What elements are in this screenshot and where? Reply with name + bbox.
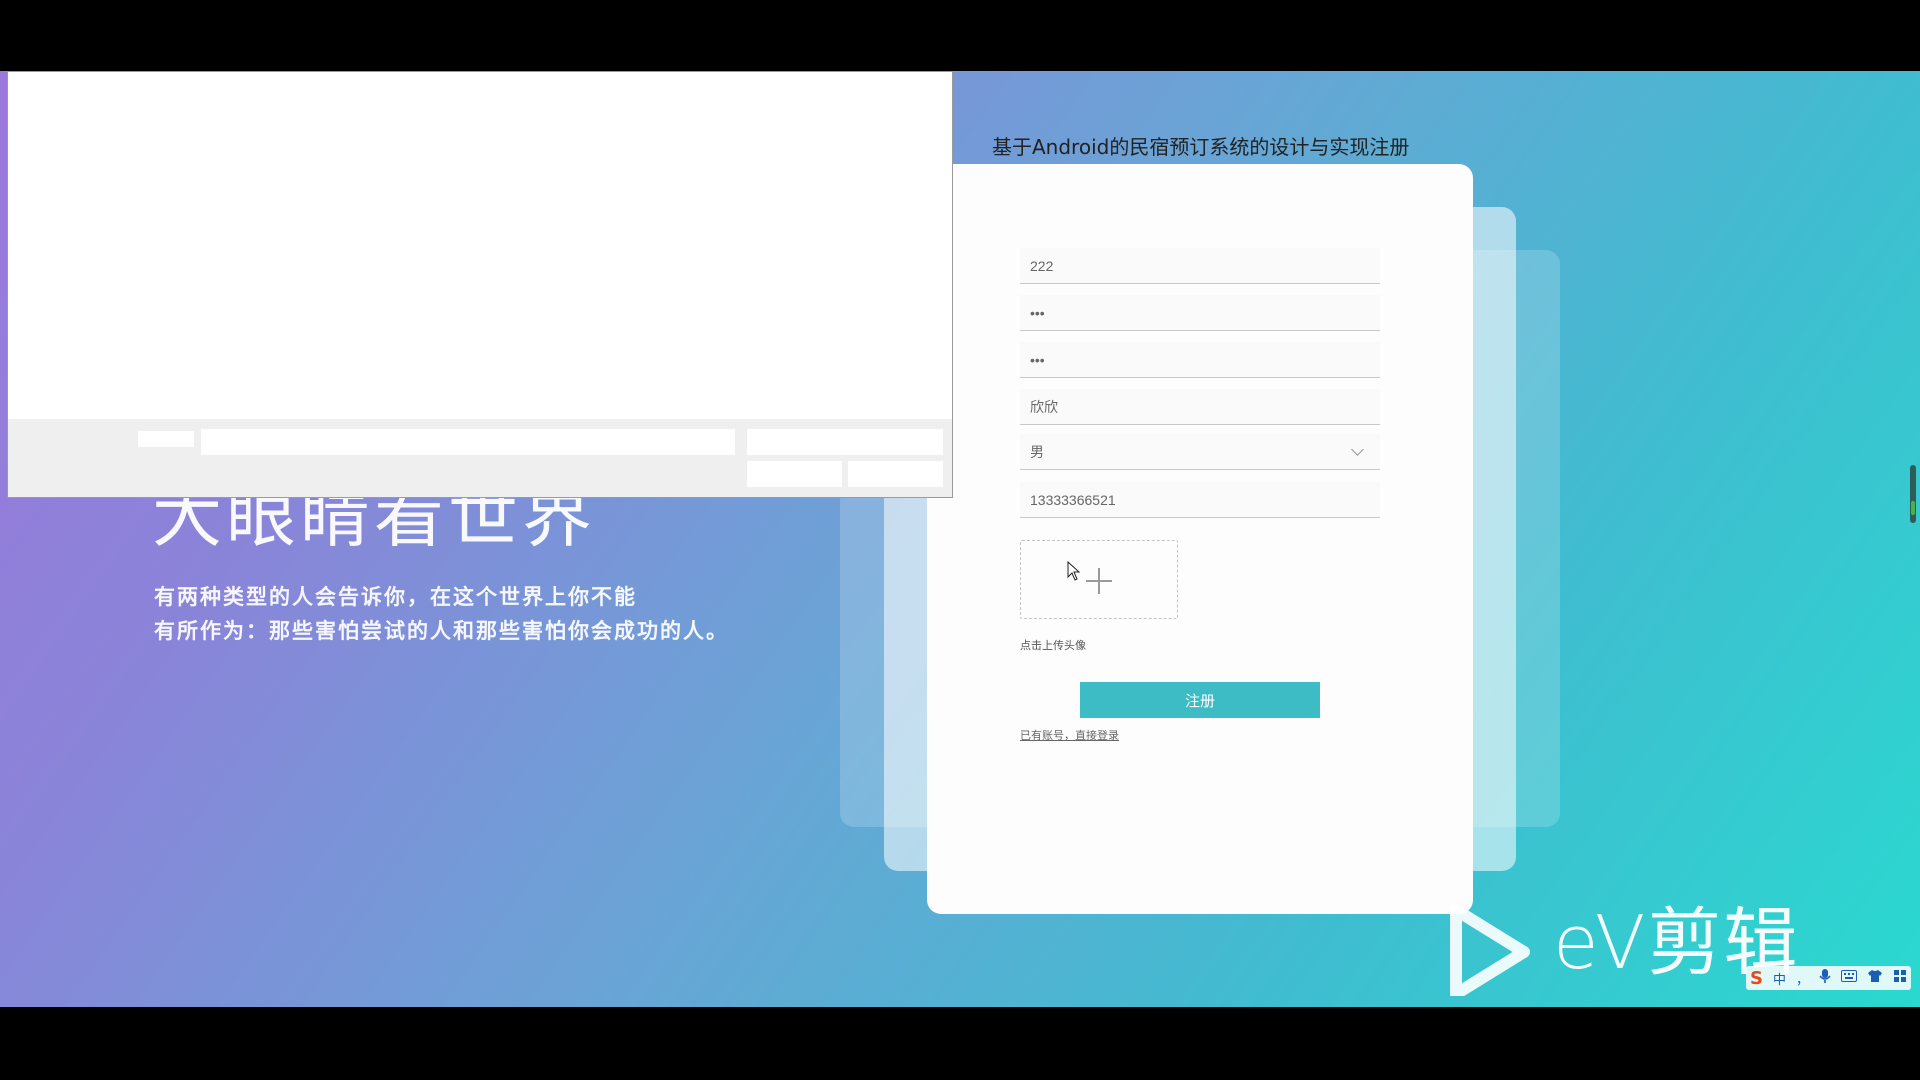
gender-select[interactable]: 男 (1020, 434, 1380, 470)
upload-avatar-label: 点击上传头像 (1020, 639, 1086, 652)
password-input[interactable] (1020, 295, 1380, 331)
gender-selected-value: 男 (1030, 444, 1044, 461)
grid-icon[interactable] (1893, 969, 1907, 987)
mic-icon[interactable] (1819, 968, 1831, 988)
confirm-password-input[interactable] (1020, 342, 1380, 378)
dialog-footer (8, 419, 952, 497)
avatar-upload-box[interactable] (1020, 540, 1178, 619)
register-button[interactable]: 注册 (1080, 682, 1320, 718)
footer-placeholder-button-1[interactable] (747, 461, 842, 487)
ime-logo-icon[interactable]: S (1750, 968, 1763, 989)
username-input[interactable] (1020, 248, 1380, 284)
ime-toolbar: S 中 ， (1746, 966, 1911, 990)
name-input[interactable] (1020, 389, 1380, 425)
footer-placeholder-button-2[interactable] (848, 461, 943, 487)
ev-play-logo-icon (1450, 904, 1530, 1000)
ime-mode-toggle[interactable]: 中 (1773, 969, 1786, 988)
phone-input[interactable] (1020, 482, 1380, 518)
scrollbar-handle[interactable] (1910, 465, 1916, 523)
footer-placeholder-field[interactable] (201, 429, 735, 455)
register-form-title: 基于Android的民宿预订系统的设计与实现注册 (992, 135, 1410, 159)
plus-icon-vertical (1098, 568, 1100, 594)
footer-placeholder-label (138, 431, 194, 447)
login-link[interactable]: 已有账号，直接登录 (1020, 727, 1119, 743)
ime-punctuation-toggle[interactable]: ， (1796, 969, 1809, 988)
shirt-icon[interactable] (1867, 969, 1883, 987)
footer-placeholder-dropdown[interactable] (747, 429, 943, 455)
hero-quote-line-1: 有两种类型的人会告诉你，在这个世界上你不能 (154, 585, 637, 609)
mouse-cursor-icon (1067, 561, 1081, 581)
blank-dialog-window (7, 71, 953, 498)
hero-quote-line-2: 有所作为：那些害怕尝试的人和那些害怕你会成功的人。 (154, 619, 729, 643)
chevron-down-icon (1351, 443, 1364, 456)
keyboard-icon[interactable] (1841, 970, 1857, 986)
